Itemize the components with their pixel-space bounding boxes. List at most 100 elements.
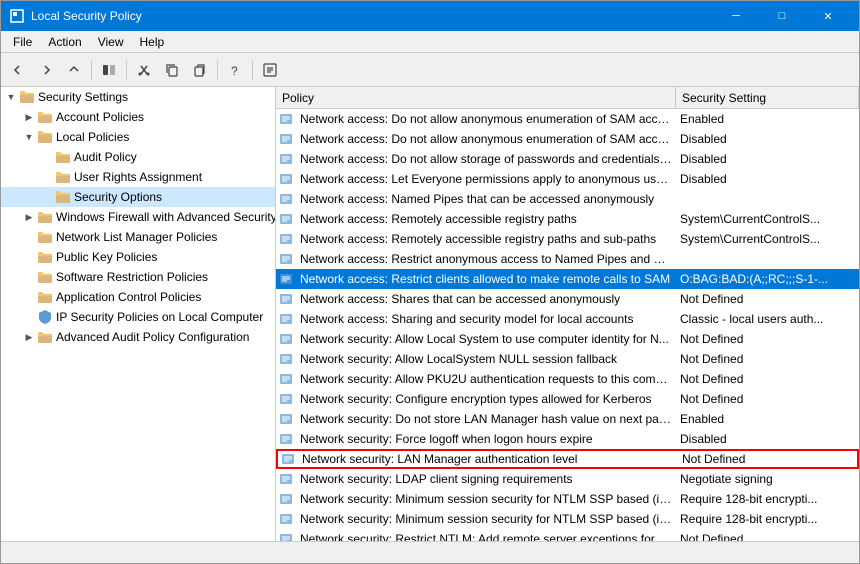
policy-icon bbox=[276, 109, 296, 129]
list-row[interactable]: Network access: Do not allow anonymous e… bbox=[276, 129, 859, 149]
tree-security-options[interactable]: Security Options bbox=[1, 187, 275, 207]
list-row[interactable]: Network security: LDAP client signing re… bbox=[276, 469, 859, 489]
tree-account-policies[interactable]: ▶ Account Policies bbox=[1, 107, 275, 127]
user-rights-folder-icon bbox=[55, 169, 71, 185]
up-button[interactable] bbox=[61, 57, 87, 83]
public-key-label: Public Key Policies bbox=[56, 250, 157, 264]
list-row[interactable]: Network access: Shares that can be acces… bbox=[276, 289, 859, 309]
title-bar: Local Security Policy ─ □ ✕ bbox=[1, 1, 859, 31]
policy-icon bbox=[276, 309, 296, 329]
policy-name: Network security: Minimum session securi… bbox=[296, 512, 676, 526]
list-row[interactable]: Network access: Do not allow anonymous e… bbox=[276, 109, 859, 129]
tree-audit-policy[interactable]: Audit Policy bbox=[1, 147, 275, 167]
tree-ip-security[interactable]: IP Security Policies on Local Computer bbox=[1, 307, 275, 327]
policy-icon bbox=[276, 409, 296, 429]
paste-button[interactable] bbox=[187, 57, 213, 83]
windows-firewall-label: Windows Firewall with Advanced Security bbox=[56, 210, 276, 224]
toolbar: ? bbox=[1, 53, 859, 87]
list-row[interactable]: Network security: LAN Manager authentica… bbox=[276, 449, 859, 469]
policy-setting: Classic - local users auth... bbox=[676, 312, 859, 326]
tree-advanced-audit[interactable]: ▶ Advanced Audit Policy Configuration bbox=[1, 327, 275, 347]
audit-policy-label: Audit Policy bbox=[74, 150, 137, 164]
policy-icon bbox=[276, 529, 296, 542]
tree-local-policies[interactable]: ▼ Local Policies bbox=[1, 127, 275, 147]
policy-column-header[interactable]: Policy bbox=[276, 87, 676, 109]
policy-setting: Not Defined bbox=[676, 392, 859, 406]
policy-name: Network security: Allow PKU2U authentica… bbox=[296, 372, 676, 386]
toolbar-separator-1 bbox=[91, 60, 92, 80]
list-row[interactable]: Network security: Allow Local System to … bbox=[276, 329, 859, 349]
policy-name: Network access: Do not allow storage of … bbox=[296, 152, 676, 166]
list-row[interactable]: Network access: Sharing and security mod… bbox=[276, 309, 859, 329]
copy-button[interactable] bbox=[159, 57, 185, 83]
list-row[interactable]: Network access: Restrict anonymous acces… bbox=[276, 249, 859, 269]
ip-security-label: IP Security Policies on Local Computer bbox=[56, 310, 263, 324]
list-body[interactable]: Network access: Do not allow anonymous e… bbox=[276, 109, 859, 541]
show-hide-button[interactable] bbox=[96, 57, 122, 83]
policy-setting: Disabled bbox=[676, 152, 859, 166]
account-folder-icon bbox=[37, 109, 53, 125]
help-button[interactable]: ? bbox=[222, 57, 248, 83]
policy-icon bbox=[276, 489, 296, 509]
list-row[interactable]: Network access: Restrict clients allowed… bbox=[276, 269, 859, 289]
list-row[interactable]: Network security: Force logoff when logo… bbox=[276, 429, 859, 449]
menu-view[interactable]: View bbox=[90, 33, 132, 51]
tree-panel: ▼ Security Settings ▶ Account Policies ▼ bbox=[1, 87, 276, 541]
list-row[interactable]: Network access: Do not allow storage of … bbox=[276, 149, 859, 169]
list-row[interactable]: Network security: Allow LocalSystem NULL… bbox=[276, 349, 859, 369]
security-options-expand-icon bbox=[39, 189, 55, 205]
export-button[interactable] bbox=[257, 57, 283, 83]
toolbar-separator-3 bbox=[217, 60, 218, 80]
list-row[interactable]: Network access: Remotely accessible regi… bbox=[276, 209, 859, 229]
policy-icon bbox=[276, 149, 296, 169]
policy-setting: Not Defined bbox=[676, 532, 859, 542]
list-row[interactable]: Network access: Remotely accessible regi… bbox=[276, 229, 859, 249]
window-controls: ─ □ ✕ bbox=[713, 1, 851, 31]
policy-setting: Not Defined bbox=[678, 452, 857, 466]
tree-network-list[interactable]: Network List Manager Policies bbox=[1, 227, 275, 247]
policy-setting: Negotiate signing bbox=[676, 472, 859, 486]
tree-software-restriction[interactable]: Software Restriction Policies bbox=[1, 267, 275, 287]
back-button[interactable] bbox=[5, 57, 31, 83]
policy-icon bbox=[276, 229, 296, 249]
account-expand-icon: ▶ bbox=[21, 109, 37, 125]
list-row[interactable]: Network security: Configure encryption t… bbox=[276, 389, 859, 409]
list-row[interactable]: Network security: Allow PKU2U authentica… bbox=[276, 369, 859, 389]
ipsec-shield-icon bbox=[37, 309, 53, 325]
list-row[interactable]: Network security: Minimum session securi… bbox=[276, 489, 859, 509]
tree-windows-firewall[interactable]: ▶ Windows Firewall with Advanced Securit… bbox=[1, 207, 275, 227]
tree-root[interactable]: ▼ Security Settings bbox=[1, 87, 275, 107]
policy-name: Network access: Do not allow anonymous e… bbox=[296, 112, 676, 126]
policy-name: Network security: Force logoff when logo… bbox=[296, 432, 676, 446]
menu-file[interactable]: File bbox=[5, 33, 40, 51]
local-expand-icon: ▼ bbox=[21, 129, 37, 145]
tree-user-rights[interactable]: User Rights Assignment bbox=[1, 167, 275, 187]
firewall-expand-icon: ▶ bbox=[21, 209, 37, 225]
menu-action[interactable]: Action bbox=[40, 33, 89, 51]
cut-button[interactable] bbox=[131, 57, 157, 83]
close-button[interactable]: ✕ bbox=[805, 1, 851, 31]
policy-name: Network security: Configure encryption t… bbox=[296, 392, 676, 406]
policy-icon bbox=[276, 289, 296, 309]
user-rights-expand-icon bbox=[39, 169, 55, 185]
setting-column-header[interactable]: Security Setting bbox=[676, 87, 859, 109]
audit-expand-icon bbox=[39, 149, 55, 165]
list-row[interactable]: Network security: Do not store LAN Manag… bbox=[276, 409, 859, 429]
policy-setting: Disabled bbox=[676, 432, 859, 446]
minimize-button[interactable]: ─ bbox=[713, 1, 759, 31]
list-row[interactable]: Network security: Minimum session securi… bbox=[276, 509, 859, 529]
local-folder-icon bbox=[37, 129, 53, 145]
policy-name: Network access: Remotely accessible regi… bbox=[296, 232, 676, 246]
forward-button[interactable] bbox=[33, 57, 59, 83]
list-row[interactable]: Network security: Restrict NTLM: Add rem… bbox=[276, 529, 859, 541]
user-rights-label: User Rights Assignment bbox=[74, 170, 202, 184]
menu-help[interactable]: Help bbox=[132, 33, 173, 51]
policy-setting: Enabled bbox=[676, 112, 859, 126]
list-row[interactable]: Network access: Named Pipes that can be … bbox=[276, 189, 859, 209]
list-row[interactable]: Network access: Let Everyone permissions… bbox=[276, 169, 859, 189]
policy-icon bbox=[276, 329, 296, 349]
tree-public-key[interactable]: Public Key Policies bbox=[1, 247, 275, 267]
maximize-button[interactable]: □ bbox=[759, 1, 805, 31]
tree-application-control[interactable]: Application Control Policies bbox=[1, 287, 275, 307]
policy-name: Network access: Remotely accessible regi… bbox=[296, 212, 676, 226]
